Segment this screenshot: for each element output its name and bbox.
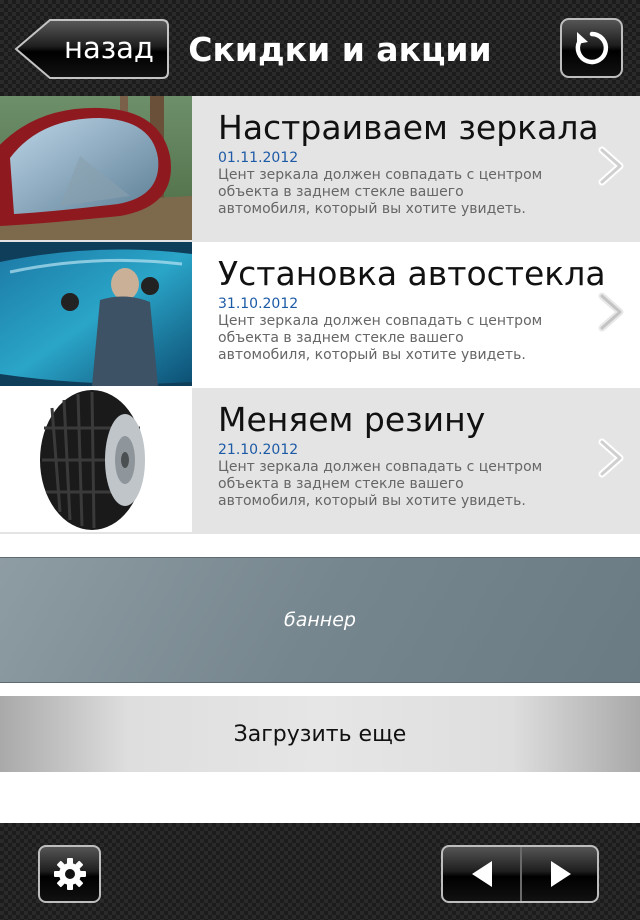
list-item[interactable]: Установка автостекла 31.10.2012 Цент зер… xyxy=(0,242,640,388)
page-title: Скидки и акции xyxy=(188,30,492,69)
refresh-icon xyxy=(575,31,608,65)
item-date: 31.10.2012 xyxy=(218,296,299,312)
item-title: Настраиваем зеркала xyxy=(218,108,599,147)
pagination-controls xyxy=(441,845,599,903)
back-button[interactable]: назад xyxy=(14,18,170,80)
gear-icon xyxy=(53,858,86,890)
previous-button[interactable] xyxy=(443,847,522,901)
arrow-right-icon xyxy=(550,861,571,887)
refresh-button[interactable] xyxy=(560,18,623,78)
arrow-left-icon xyxy=(471,861,492,887)
item-description: Цент зеркала должен совпадать с центром … xyxy=(218,313,543,363)
item-date: 01.11.2012 xyxy=(218,150,299,166)
item-date: 21.10.2012 xyxy=(218,442,299,458)
item-title: Меняем резину xyxy=(218,400,486,439)
load-more-label: Загрузить еще xyxy=(233,721,407,747)
car-mirror-photo xyxy=(0,96,192,240)
item-title: Установка автостекла xyxy=(218,254,606,293)
promotions-list: Настраиваем зеркала 01.11.2012 Цент зерк… xyxy=(0,96,640,534)
list-item[interactable]: Настраиваем зеркала 01.11.2012 Цент зерк… xyxy=(0,96,640,242)
item-description: Цент зеркала должен совпадать с центром … xyxy=(218,459,543,509)
chevron-right-icon xyxy=(598,438,624,478)
chevron-right-icon xyxy=(598,292,624,332)
load-more-button[interactable]: Загрузить еще xyxy=(0,696,640,772)
windshield-installation-photo xyxy=(0,242,192,386)
chevron-right-icon xyxy=(598,146,624,186)
banner-label: баннер xyxy=(284,609,356,631)
item-description: Цент зеркала должен совпадать с центром … xyxy=(218,167,543,217)
back-button-label: назад xyxy=(64,31,154,65)
bottom-toolbar xyxy=(0,823,640,920)
list-item[interactable]: Меняем резину 21.10.2012 Цент зеркала до… xyxy=(0,388,640,534)
next-button[interactable] xyxy=(522,847,597,901)
top-bar: назад Скидки и акции xyxy=(0,0,640,96)
settings-button[interactable] xyxy=(38,845,101,903)
ad-banner[interactable]: баннер xyxy=(0,557,640,683)
tire-photo xyxy=(0,388,192,532)
